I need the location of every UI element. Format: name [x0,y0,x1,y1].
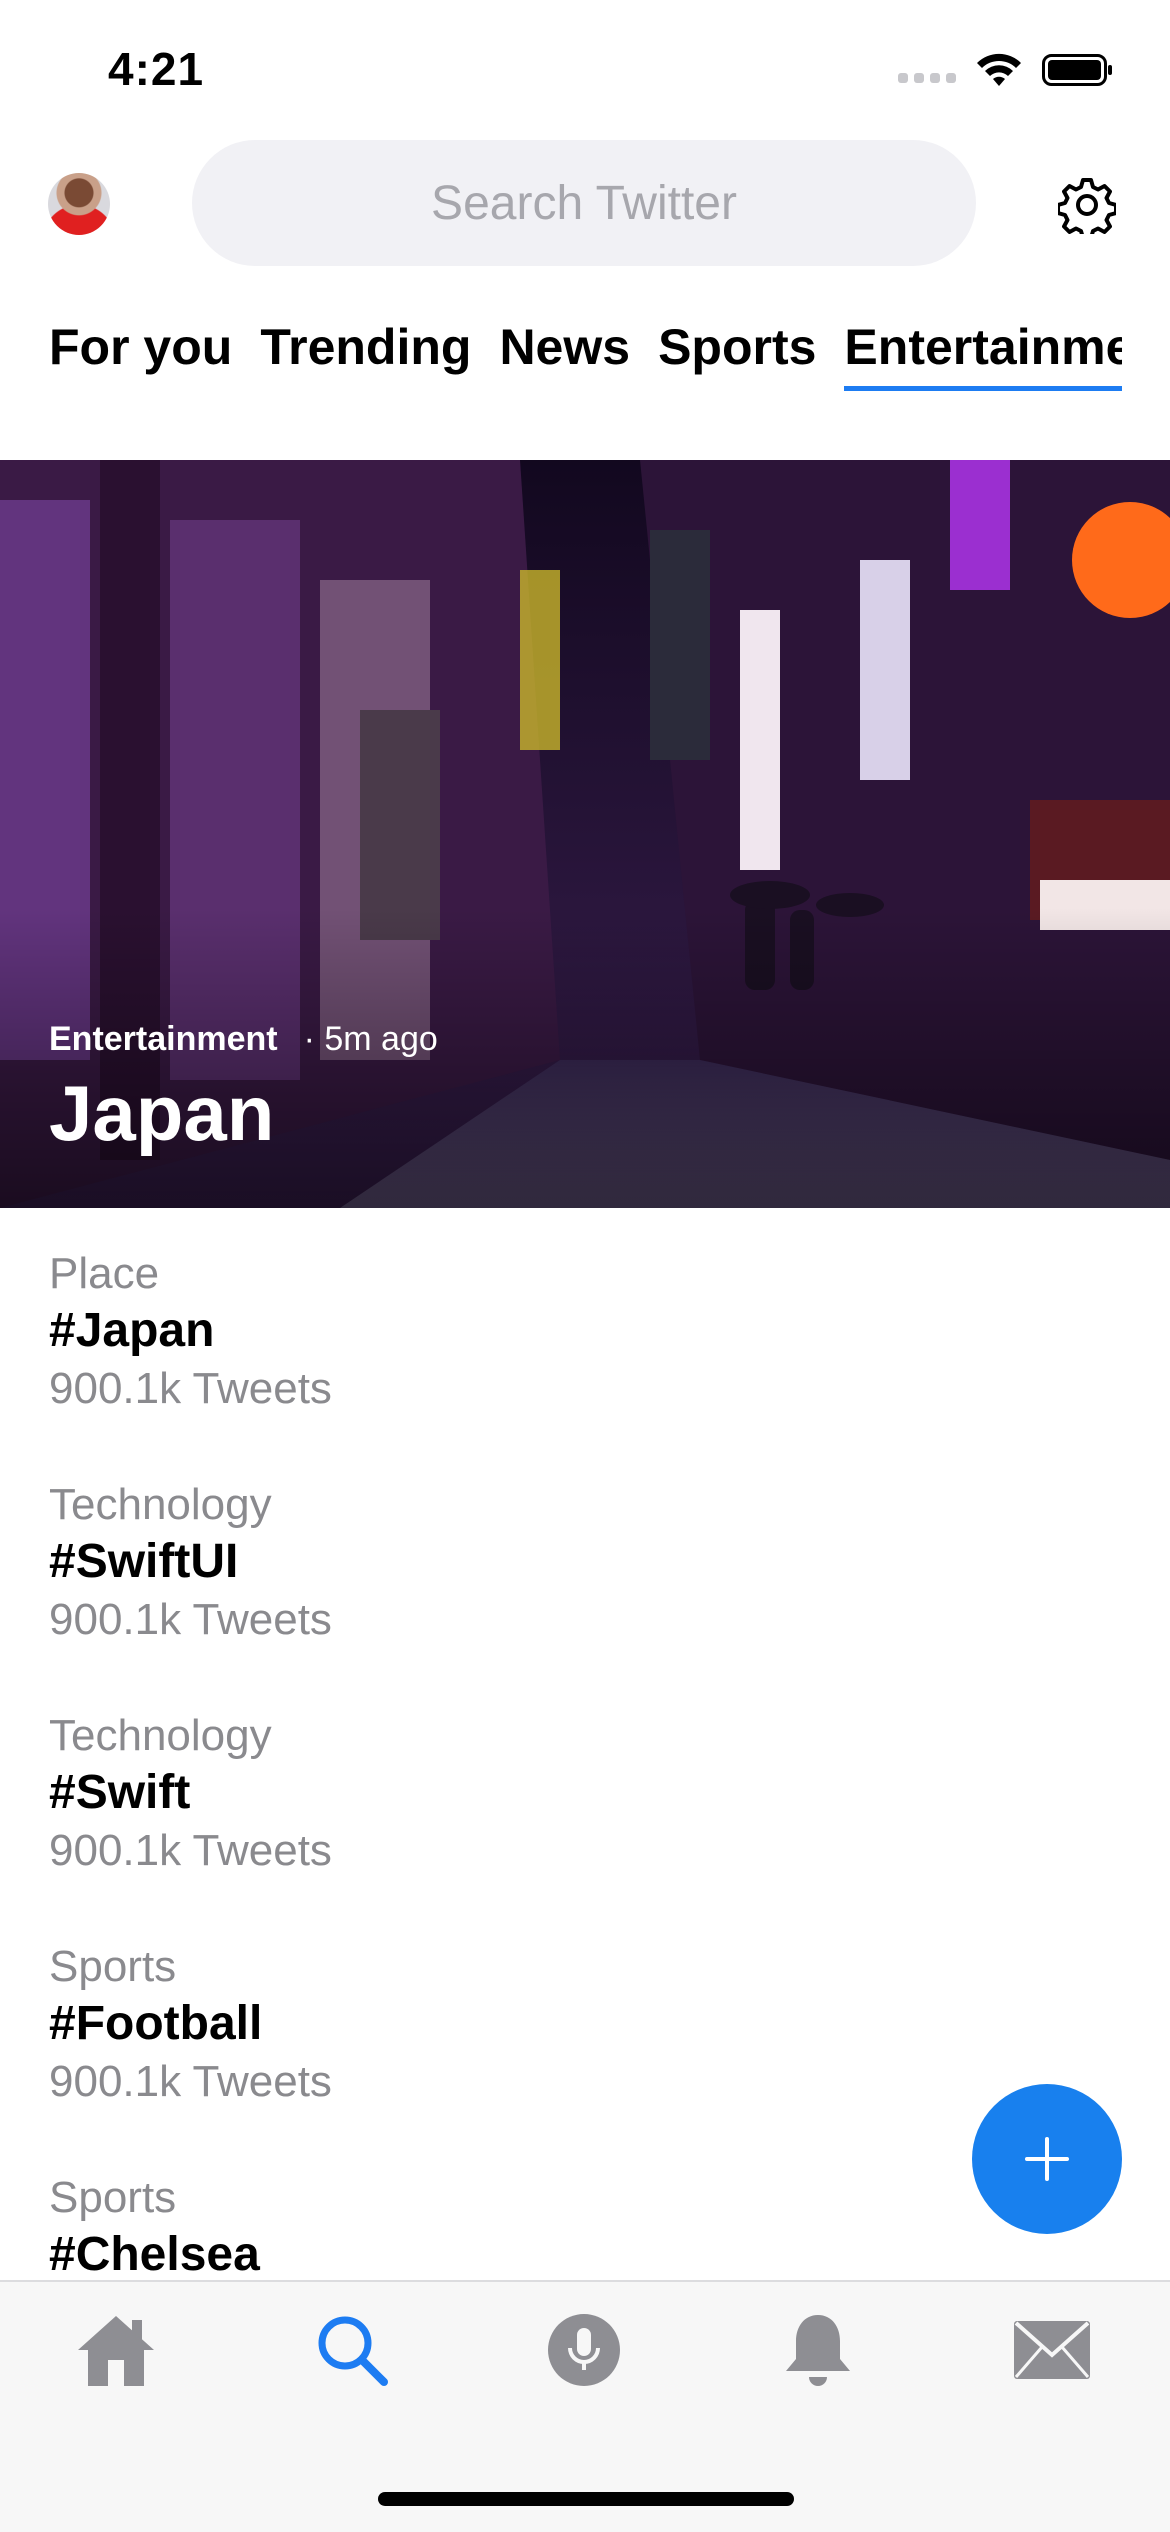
wifi-icon [974,52,1024,88]
trend-hashtag: #Japan [49,1304,215,1357]
hero-category: Entertainment [49,1020,278,1058]
hero-meta: Entertainment · 5m ago [49,1020,438,1059]
status-icons [898,52,1114,88]
trend-hashtag: #Swift [49,1766,191,1819]
tab-news[interactable]: News [499,318,630,391]
trend-item[interactable]: Technology #Swift 900.1k Tweets [49,1708,1121,1939]
status-time: 4:21 [108,43,205,95]
trend-item[interactable]: Sports #Football 900.1k Tweets [49,1939,1121,2170]
tab-for-you[interactable]: For you [49,318,232,391]
trend-count: 900.1k Tweets [49,1364,332,1413]
home-icon[interactable] [66,2302,166,2398]
cellular-signal-icon [898,57,956,83]
trend-hashtag: #Chelsea [49,2228,260,2281]
spaces-mic-icon[interactable] [534,2302,634,2398]
bell-icon[interactable] [768,2302,868,2398]
trend-hashtag: #Football [49,1997,263,2050]
battery-icon [1042,52,1114,88]
trends-list: Place #Japan 900.1k Tweets Technology #S… [49,1246,1121,2401]
tab-trending[interactable]: Trending [260,318,471,391]
compose-tweet-button[interactable] [972,2084,1122,2234]
avatar[interactable] [48,173,110,235]
gear-icon[interactable] [1056,176,1118,240]
trend-category: Sports [49,2173,177,2222]
status-bar: 4:21 [0,0,1170,140]
top-bar [0,140,1170,270]
topic-tabs: For you Trending News Sports Entertainme… [0,318,1170,398]
trend-category: Technology [49,1480,272,1529]
hero-card[interactable]: Entertainment · 5m ago Japan [0,460,1170,1208]
hero-timestamp: · 5m ago [303,1020,438,1058]
search-bar[interactable] [192,140,976,266]
trend-count: 900.1k Tweets [49,1826,332,1875]
trend-count: 900.1k Tweets [49,2057,332,2106]
trend-category: Place [49,1249,160,1298]
search-input[interactable] [192,175,976,231]
trend-category: Sports [49,1942,177,1991]
trend-hashtag: #SwiftUI [49,1535,239,1588]
tab-entertainment[interactable]: Entertainment [844,318,1122,391]
trend-count: 900.1k Tweets [49,1595,332,1644]
trend-category: Technology [49,1711,272,1760]
trend-item[interactable]: Place #Japan 900.1k Tweets [49,1246,1121,1477]
home-indicator [378,2492,794,2506]
tab-sports[interactable]: Sports [658,318,816,391]
trend-item[interactable]: Technology #SwiftUI 900.1k Tweets [49,1477,1121,1708]
search-icon[interactable] [302,2302,402,2398]
plus-icon [1025,2137,1069,2181]
hero-title: Japan [49,1069,275,1157]
mail-icon[interactable] [1002,2302,1102,2398]
